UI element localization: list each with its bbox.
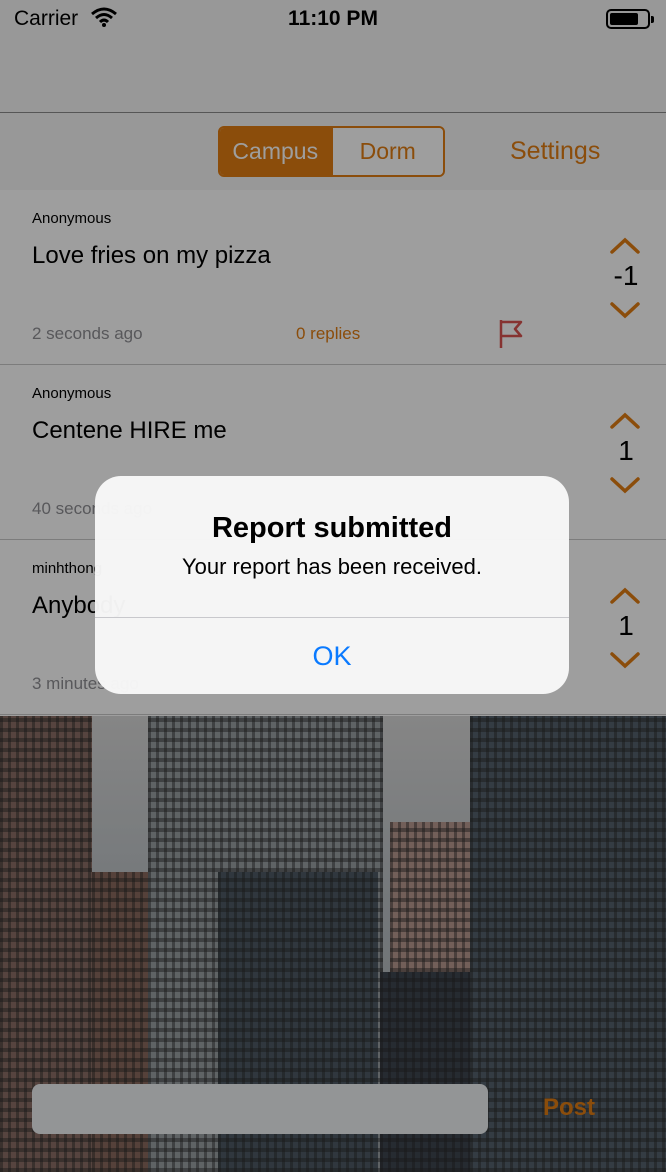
alert-message: Your report has been received. [181,554,483,579]
app-screen: Carrier 11:10 PM Campus Dorm Settings An… [0,0,666,1172]
alert-title: Report submitted [211,512,453,544]
report-alert-dialog: Report submitted Your report has been re… [95,476,569,694]
ok-button[interactable]: OK [95,618,569,694]
